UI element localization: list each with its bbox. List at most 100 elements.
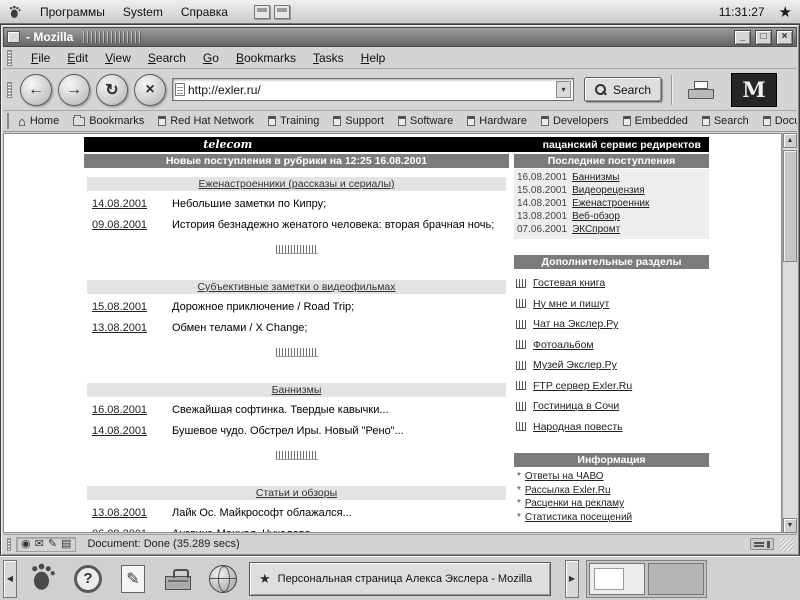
statusbar-grippy[interactable] <box>7 538 11 551</box>
article-date-link[interactable]: 14.08.2001 <box>84 423 172 439</box>
menu-programs[interactable]: Программы <box>40 5 105 19</box>
screen: Программы System Справка 11:31:27 ★ - Mo… <box>0 0 800 600</box>
section-title-link[interactable]: Баннизмы <box>272 384 322 396</box>
taskbar-mozilla-task[interactable]: ★ Персональная страница Алекса Экслера -… <box>249 562 551 596</box>
minimize-button[interactable]: _ <box>734 30 751 45</box>
applet-window-icon[interactable] <box>254 5 270 19</box>
navbar-grippy[interactable] <box>7 82 12 98</box>
menu-edit[interactable]: Edit <box>67 51 88 65</box>
scroll-down-button[interactable]: ▼ <box>783 518 797 533</box>
sidebar-link[interactable]: Гостиница в Сочи <box>533 400 619 412</box>
article-date-link[interactable]: 06.08.2001 <box>84 526 172 533</box>
bookmark-training[interactable]: Training <box>261 115 326 127</box>
sidebar-link[interactable]: Фотоальбом <box>533 339 594 351</box>
recent-link[interactable]: Баннизмы <box>572 171 619 184</box>
article-date-link[interactable]: 13.08.2001 <box>84 320 172 336</box>
page-proxy-icon[interactable] <box>175 83 185 96</box>
gnome-panel: ◀ ? ✎ ★ Персональная страница Алекса Экс… <box>0 556 800 600</box>
help-launcher[interactable]: ? <box>69 560 107 598</box>
bookmark-redhat-network[interactable]: Red Hat Network <box>151 115 261 127</box>
forward-button[interactable]: → <box>58 74 90 106</box>
sidebar-link[interactable]: Музей Экслер.Ру <box>533 359 617 371</box>
panel-hide-left-button[interactable]: ◀ <box>3 560 17 598</box>
recent-item: 15.08.2001Видеорецензия <box>514 184 709 197</box>
composer-icon[interactable]: ✎ <box>48 538 57 551</box>
info-link[interactable]: Расценки на рекламу <box>525 497 624 511</box>
section-title-link[interactable]: Статьи и обзоры <box>256 487 337 499</box>
print-button[interactable] <box>681 73 721 107</box>
back-button[interactable]: ← <box>20 74 52 106</box>
section-title-link[interactable]: Субъективные заметки о видеофильмах <box>197 281 395 293</box>
scroll-up-button[interactable]: ▲ <box>783 133 797 148</box>
article-date-link[interactable]: 16.08.2001 <box>84 402 172 418</box>
control-center-launcher[interactable] <box>159 560 197 598</box>
recent-link[interactable]: Веб-обзор <box>572 210 620 223</box>
pager-desktop-2[interactable] <box>648 563 704 595</box>
navigator-icon[interactable]: ◉ <box>21 538 31 551</box>
menu-help[interactable]: Справка <box>181 5 228 19</box>
recent-link[interactable]: ЭКСпромт <box>572 223 620 236</box>
reload-button[interactable]: ↻ <box>96 74 128 106</box>
bookmark-developers[interactable]: Developers <box>534 115 616 127</box>
menu-file[interactable]: File <box>31 51 50 65</box>
mail-icon[interactable]: ✉ <box>35 538 44 551</box>
menu-system[interactable]: System <box>123 5 163 19</box>
pager-desktop-1[interactable] <box>589 563 645 595</box>
sidebar-link[interactable]: Чат на Экслер.Ру <box>533 318 618 330</box>
addressbook-icon[interactable]: ▤ <box>61 538 71 551</box>
article-date-link[interactable]: 14.08.2001 <box>84 196 172 212</box>
bookmark-embedded[interactable]: Embedded <box>616 115 695 127</box>
menu-search[interactable]: Search <box>148 51 186 65</box>
site-banner[interactable]: telecom пацанский сервис редиректов <box>84 137 709 152</box>
browser-launcher[interactable] <box>204 560 242 598</box>
section-articles: Статьи и обзоры 13.08.2001 Лайк Ос. Майк… <box>84 486 509 533</box>
personal-toolbar-grippy[interactable] <box>7 113 9 129</box>
bookmark-software[interactable]: Software <box>391 115 460 127</box>
close-button[interactable]: × <box>776 30 793 45</box>
bookmark-bookmarks[interactable]: Bookmarks <box>66 115 151 127</box>
panel-hide-right-button[interactable]: ▶ <box>565 560 579 598</box>
vertical-scrollbar[interactable]: ▲ ▼ <box>782 133 797 533</box>
menu-help-item[interactable]: Help <box>361 51 386 65</box>
info-link[interactable]: Рассылка Exler.Ru <box>525 484 611 498</box>
bookmark-home[interactable]: ⌂Home <box>11 115 66 127</box>
window-resize-grip[interactable] <box>780 538 793 551</box>
info-link[interactable]: Статистика посещений <box>525 511 632 525</box>
search-button[interactable]: Search <box>584 77 662 102</box>
url-dropdown-icon[interactable]: ▾ <box>556 81 571 98</box>
section-title-link[interactable]: Еженастроенники (рассказы и сериалы) <box>198 178 394 190</box>
window-menu-icon[interactable] <box>7 31 20 43</box>
tray-star-icon[interactable]: ★ <box>779 3 792 21</box>
menu-view[interactable]: View <box>105 51 131 65</box>
online-status-icon[interactable] <box>750 538 774 550</box>
menubar-grippy[interactable] <box>7 50 12 66</box>
sidebar-link[interactable]: Народная повесть <box>533 421 623 433</box>
article-date-link[interactable]: 13.08.2001 <box>84 505 172 521</box>
menu-bookmarks[interactable]: Bookmarks <box>236 51 296 65</box>
applet-terminal-icon[interactable] <box>274 5 290 19</box>
bookmark-support[interactable]: Support <box>326 115 391 127</box>
article-date-link[interactable]: 09.08.2001 <box>84 217 172 233</box>
recent-link[interactable]: Еженастроенник <box>572 197 649 210</box>
gnome-foot-icon[interactable] <box>8 5 22 19</box>
scrollbar-thumb[interactable] <box>783 150 797 262</box>
maximize-button[interactable]: □ <box>755 30 772 45</box>
menu-tasks[interactable]: Tasks <box>313 51 344 65</box>
recent-link[interactable]: Видеорецензия <box>572 184 645 197</box>
bookmark-search[interactable]: Search <box>695 115 756 127</box>
main-menu-button[interactable] <box>24 560 62 598</box>
composer-launcher[interactable]: ✎ <box>114 560 152 598</box>
info-link[interactable]: Ответы на ЧАВО <box>525 470 604 484</box>
titlebar[interactable]: - Mozilla _ □ × <box>3 27 797 47</box>
bookmark-documentation[interactable]: Documentation <box>756 115 797 127</box>
menu-go[interactable]: Go <box>203 51 219 65</box>
stop-button[interactable]: × <box>134 74 166 106</box>
article-date-link[interactable]: 15.08.2001 <box>84 299 172 315</box>
mozilla-throbber[interactable]: M <box>731 73 777 107</box>
sidebar-link[interactable]: FTP сервер Exler.Ru <box>533 380 632 392</box>
list-bars-icon <box>516 340 526 349</box>
sidebar-link[interactable]: Ну мне и пишут <box>533 298 609 310</box>
bookmark-hardware[interactable]: Hardware <box>460 115 534 127</box>
url-input[interactable] <box>188 81 553 99</box>
sidebar-link[interactable]: Гостевая книга <box>533 277 605 289</box>
